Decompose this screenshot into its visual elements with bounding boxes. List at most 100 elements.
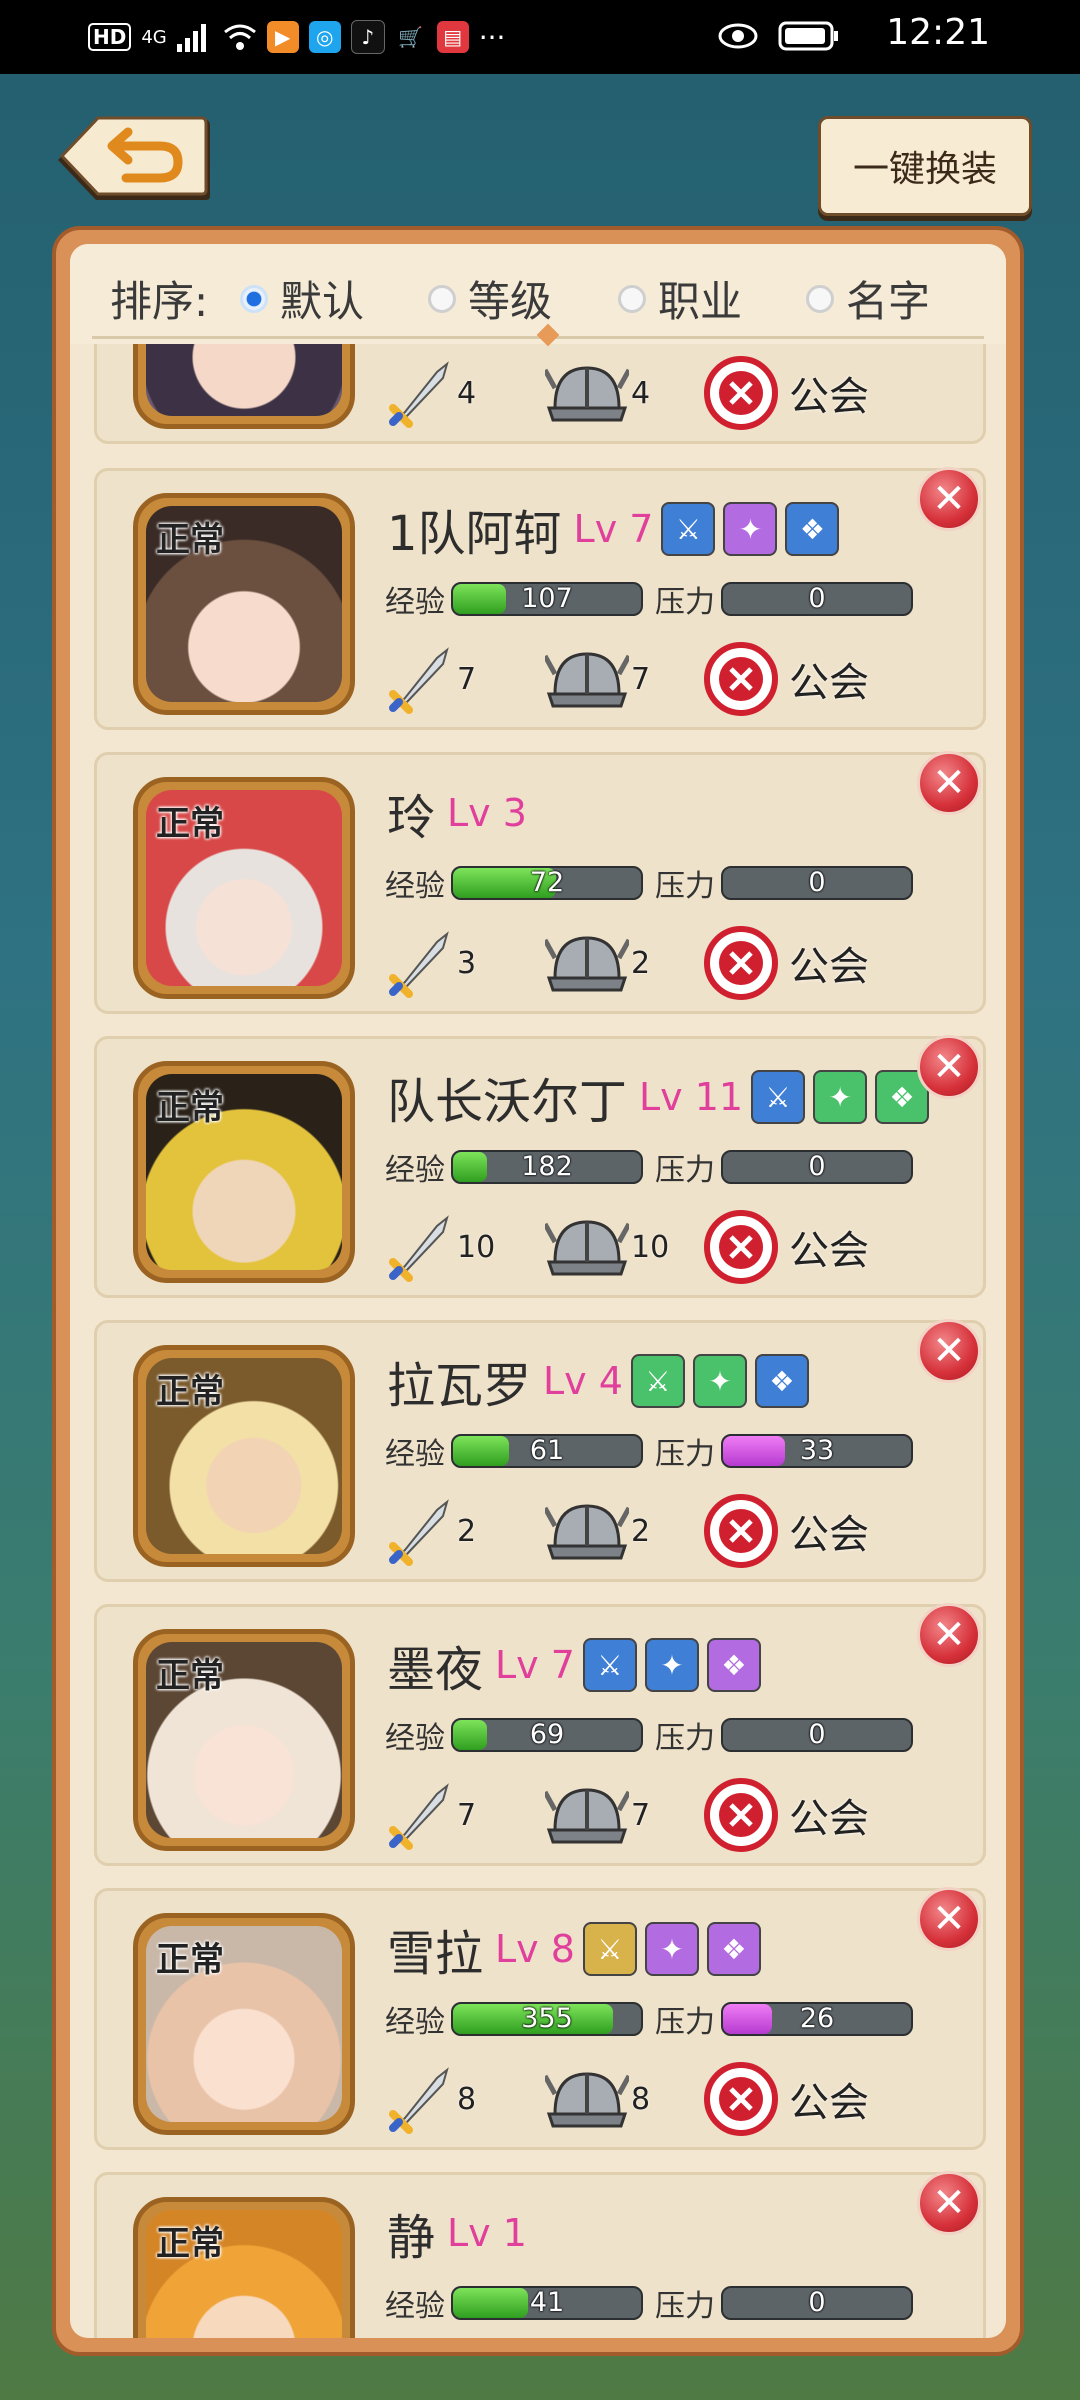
one-click-swap-button[interactable]: 一键换装 [818,116,1032,216]
defense-value: 7 [631,661,651,697]
sort-option-name[interactable]: 名字 [806,268,930,329]
close-icon: ✕ [932,1612,966,1658]
equipment-slot-icon[interactable]: ✦ [813,1070,868,1124]
dismiss-hero-button[interactable]: ✕ [917,2171,981,2235]
sort-option-class[interactable]: 职业 [618,268,742,329]
dismiss-hero-button[interactable]: ✕ [917,751,981,815]
hero-level: Lv 7 [495,1643,575,1687]
sort-bar: 排序: 默认 等级 职业 名字 [70,244,1006,347]
stress-label: 压力 [655,1721,715,1756]
status-tag: 正常 [156,2224,224,2264]
defense-value: 2 [631,1513,651,1549]
stress-bar: 0 [721,2286,913,2320]
guild-emblem-icon [704,642,778,716]
hero-portrait[interactable]: 正常 [133,1061,355,1283]
equipment-slot-icon[interactable]: ✦ [723,502,778,556]
equipment-slot-icon[interactable]: ⚔ [630,1354,685,1408]
hero-card[interactable]: 正常 玲 Lv 3 经验 72 压力 0 3 2 公会 ✕ [94,751,986,1014]
hero-level: Lv 8 [495,1927,575,1971]
attack-value: 7 [457,1797,477,1833]
equipment-slot-icon[interactable]: ⚔ [661,502,716,556]
hero-card[interactable]: 正常 队长沃尔丁 Lv 11 ⚔ ✦ ❖ 经验 182 压力 0 10 10 公会 ✕ [94,1035,986,1298]
hero-portrait[interactable]: 正常 [133,1629,355,1851]
attack-value: 8 [457,2081,477,2117]
helmet-icon [545,652,629,708]
dismiss-hero-button[interactable]: ✕ [917,1319,981,1383]
status-tag: 正常 [156,804,224,844]
back-button[interactable] [56,116,210,202]
battery-icon [778,21,838,51]
equipment-slot-icon[interactable]: ✦ [644,1638,699,1692]
dismiss-hero-button[interactable]: ✕ [917,1603,981,1667]
hero-name-row: 雪拉 Lv 8 ⚔ ✦ ❖ [387,1911,761,1987]
exp-label: 经验 [385,1153,445,1188]
stress-value: 0 [808,867,826,898]
hero-card[interactable]: 正常 拉瓦罗 Lv 4 ⚔ ✦ ❖ 经验 61 压力 33 2 2 公会 ✕ [94,1319,986,1582]
sword-icon [389,2067,449,2134]
status-tag: 正常 [156,1088,224,1128]
defense-value: 10 [631,1229,670,1265]
close-icon: ✕ [932,1044,966,1090]
dismiss-hero-button[interactable]: ✕ [917,467,981,531]
hero-attributes-row: 3 2 公会 [385,925,869,1001]
radio-icon [428,284,456,313]
helmet-icon [545,1220,629,1276]
attack-value: 7 [457,661,477,697]
hero-name-row: 拉瓦罗 Lv 4 ⚔ ✦ ❖ [387,1343,809,1419]
attack-value: 10 [457,1229,496,1265]
exp-bar: 69 [451,1718,643,1752]
hero-name: 静 [387,2210,436,2266]
exp-bar: 41 [451,2286,643,2320]
hero-portrait[interactable]: 正常 [133,1913,355,2135]
helmet-icon [545,936,629,992]
stress-value: 0 [808,583,826,614]
equipment-slot-icon[interactable]: ⚔ [751,1070,806,1124]
hero-level: Lv 4 [543,1359,623,1403]
stress-value: 26 [799,2003,835,2034]
sort-option-level[interactable]: 等级 [428,268,552,329]
hero-list-scroll[interactable]: 4 4 公会 正常 1队阿轲 Lv 7 ⚔ ✦ ❖ 经验 107 压力 0 7 7 公会 ✕ 正常玲 Lv 3 经验 7… [70,244,1006,2338]
hero-portrait[interactable]: 正常 [133,1345,355,1567]
equipment-slot-icon[interactable]: ❖ [706,1922,761,1976]
hero-stats-row: 经验 355 压力 26 [385,1999,913,2040]
guild-emblem-icon [704,926,778,1000]
guild-emblem-icon [704,356,778,430]
hero-name-row: 玲 Lv 3 [387,775,527,851]
hero-level: Lv 3 [447,791,527,835]
hero-stats-row: 经验 69 压力 0 [385,1715,913,1756]
equipment-slot-icon[interactable]: ✦ [692,1354,747,1408]
dismiss-hero-button[interactable]: ✕ [917,1035,981,1099]
stress-value: 33 [799,1435,835,1466]
hero-card[interactable]: 正常 1队阿轲 Lv 7 ⚔ ✦ ❖ 经验 107 压力 0 7 7 公会 ✕ [94,467,986,730]
status-tag: 正常 [156,1656,224,1696]
hero-name-row: 1队阿轲 Lv 7 ⚔ ✦ ❖ [387,491,840,567]
hero-portrait[interactable]: 正常 [133,493,355,715]
equipment-slot-icon[interactable]: ⚔ [582,1922,637,1976]
stress-bar: 0 [721,1718,913,1752]
hero-card[interactable]: 正常 雪拉 Lv 8 ⚔ ✦ ❖ 经验 355 压力 26 8 8 公会 ✕ [94,1887,986,2150]
exp-bar: 61 [451,1434,643,1468]
status-tag: 正常 [156,1372,224,1412]
exp-label: 经验 [385,2289,445,2324]
hero-portrait[interactable]: 正常 [133,777,355,999]
equipment-slot-icon[interactable]: ❖ [706,1638,761,1692]
hero-level: Lv 11 [639,1075,744,1119]
equipment-slot-icon[interactable]: ⚔ [582,1638,637,1692]
hero-card[interactable]: 正常静 Lv 1 经验 41 压力 0 ✕ [94,2171,986,2338]
clock: 12:21 [886,12,990,53]
equipment-slot-icon[interactable]: ✦ [644,1922,699,1976]
hero-attributes-row: 10 10 公会 [385,1209,869,1285]
dismiss-hero-button[interactable]: ✕ [917,1887,981,1951]
close-icon: ✕ [932,760,966,806]
attack-value: 2 [457,1513,477,1549]
app-search-icon: ◎ [308,21,341,53]
hero-stats-row: 经验 72 压力 0 [385,863,913,904]
sort-option-default[interactable]: 默认 [240,268,364,329]
hero-card[interactable]: 正常 墨夜 Lv 7 ⚔ ✦ ❖ 经验 69 压力 0 7 7 公会 ✕ [94,1603,986,1866]
hero-name: 玲 [387,790,436,846]
equipment-slot-icon[interactable]: ❖ [785,502,840,556]
hero-portrait[interactable]: 正常 [133,2197,355,2338]
equipment-slot-icon[interactable]: ❖ [754,1354,809,1408]
sort-label: 排序: [110,277,209,326]
guild-label: 公会 [789,374,869,420]
